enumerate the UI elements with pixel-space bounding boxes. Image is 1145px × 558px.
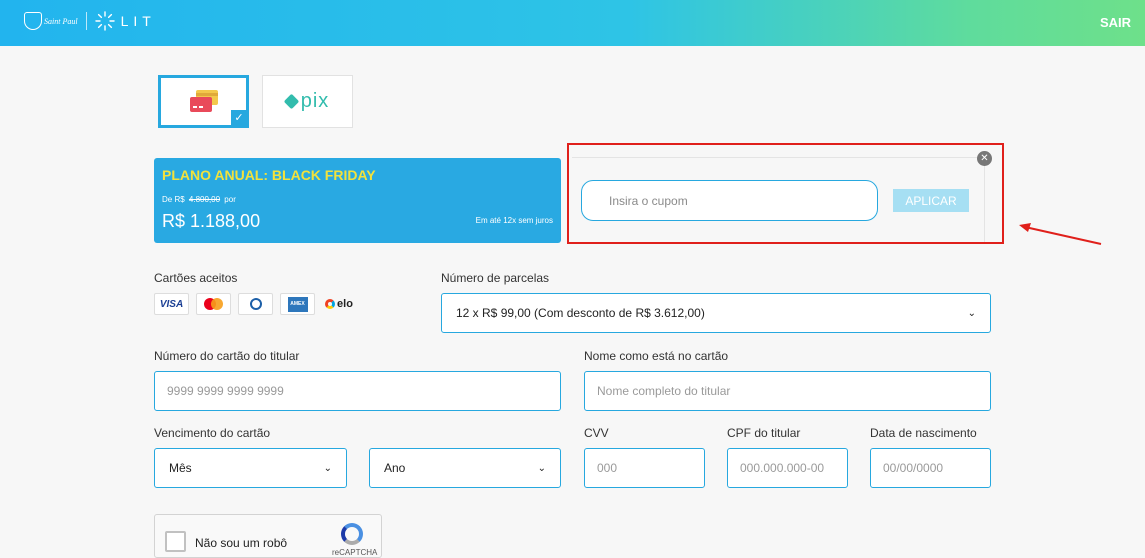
accepted-cards-list: VISA AMEX elo (154, 293, 356, 315)
card-number-input[interactable] (154, 371, 561, 411)
chevron-down-icon: ⌄ (967, 307, 976, 319)
close-icon[interactable]: ✕ (977, 151, 992, 166)
plan-title: PLANO ANUAL: BLACK FRIDAY (162, 167, 376, 183)
pix-icon (283, 93, 299, 110)
installments-select[interactable]: 12 x R$ 99,00 (Com desconto de R$ 3.612,… (441, 293, 991, 333)
holder-name-input[interactable] (584, 371, 991, 411)
annotation-arrow-icon (1019, 223, 1102, 245)
plan-old-price: De R$ 4.800,00 por (162, 195, 236, 204)
chevron-down-icon: ⌄ (537, 462, 546, 474)
holder-name-label: Nome como está no cartão (584, 349, 729, 363)
elo-icon: elo (322, 293, 356, 315)
visa-icon: VISA (154, 293, 189, 315)
plan-summary-card: PLANO ANUAL: BLACK FRIDAY De R$ 4.800,00… (154, 158, 561, 243)
plan-price: R$ 1.188,00 (162, 211, 261, 231)
brand-logos[interactable]: Saint Paul LIT (24, 11, 156, 31)
top-bar: Saint Paul LIT SAIR (0, 0, 1145, 46)
lit-logo: LIT (94, 11, 156, 31)
cvv-input[interactable] (584, 448, 705, 488)
cpf-input[interactable] (727, 448, 848, 488)
expiry-year-select[interactable]: Ano ⌄ (369, 448, 561, 488)
diners-club-icon (238, 293, 273, 315)
logout-button[interactable]: SAIR (1100, 15, 1131, 30)
mastercard-icon (196, 293, 231, 315)
recaptcha-icon (341, 523, 363, 545)
check-icon: ✓ (231, 110, 247, 126)
sun-burst-icon (94, 11, 115, 31)
payment-tab-pix[interactable]: pix (262, 75, 353, 128)
expiry-label: Vencimento do cartão (154, 426, 271, 440)
chevron-down-icon: ⌄ (323, 462, 332, 474)
recaptcha-brand: reCAPTCHA (332, 548, 378, 557)
credit-card-icon (189, 89, 218, 112)
payment-tab-credit-card[interactable]: ✓ (158, 75, 249, 128)
coupon-input[interactable] (581, 180, 878, 221)
installments-label: Número de parcelas (441, 271, 550, 285)
accepted-cards-label: Cartões aceitos (154, 271, 238, 285)
expiry-month-select[interactable]: Mês ⌄ (154, 448, 347, 488)
birth-date-input[interactable] (870, 448, 991, 488)
saint-paul-logo: Saint Paul (24, 12, 78, 30)
logo-divider (85, 12, 87, 30)
recaptcha-checkbox[interactable] (165, 531, 186, 552)
amex-icon: AMEX (280, 293, 315, 315)
recaptcha-widget: Não sou um robô reCAPTCHA (154, 514, 382, 558)
cpf-label: CPF do titular (727, 426, 801, 440)
recaptcha-label: Não sou um robô (195, 536, 288, 550)
crest-icon (24, 12, 42, 30)
strikethrough-price: 4.800,00 (188, 195, 221, 204)
installment-note: Em até 12x sem juros (475, 216, 553, 225)
apply-coupon-button[interactable]: APLICAR (893, 189, 969, 212)
birth-date-label: Data de nascimento (870, 426, 977, 440)
pix-label: pix (300, 90, 330, 112)
card-number-label: Número do cartão do titular (154, 349, 300, 363)
cvv-label: CVV (584, 426, 609, 440)
